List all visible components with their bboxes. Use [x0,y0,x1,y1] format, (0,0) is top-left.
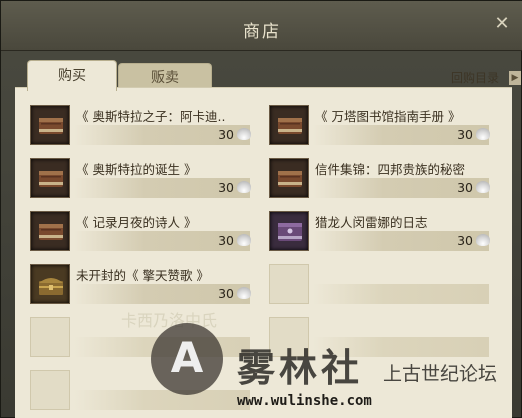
item-name: 《 记录月夜的诗人 》 [76,215,197,230]
brown-book-icon [269,158,309,198]
brown-book-icon [30,211,70,251]
shell-icon [237,234,251,246]
wulinshe-logo-icon: A [151,323,223,395]
shop-item[interactable]: 《 奥斯特拉的诞生 》 30 [30,158,251,202]
item-name: 《 万塔图书馆指南手册 》 [315,109,461,124]
tab-buy[interactable]: 购买 [27,60,117,91]
item-price: 30 [457,127,473,142]
item-name: 猎龙人闵雷娜的日志 [315,215,428,230]
empty-item-slot [30,317,70,357]
item-price: 30 [218,180,234,195]
shop-window: 商店 ✕ 购买 贩卖 回购目录 ▶ 《 奥斯特拉之子：阿卡迪.. 30 《 万塔… [0,0,522,418]
shop-item[interactable]: 《 万塔图书馆指南手册 》 30 [269,105,490,149]
shell-icon [237,287,251,299]
empty-item-slot [269,264,309,304]
close-button[interactable]: ✕ [491,13,513,35]
purple-book-icon [269,211,309,251]
shop-item[interactable]: 信件集锦：四邦贵族的秘密 30 [269,158,490,202]
brown-book-icon [30,105,70,145]
item-name: 《 奥斯特拉之子：阿卡迪.. [76,109,226,124]
shell-icon [476,234,490,246]
item-price: 30 [218,233,234,248]
shell-icon [476,181,490,193]
watermark-title: 雾林社 [237,345,364,390]
title-bar[interactable]: 商店 ✕ [1,1,522,51]
shop-item[interactable]: 《 奥斯特拉之子：阿卡迪.. 30 [30,105,251,149]
chevron-right-icon[interactable]: ▶ [509,71,521,85]
item-name: 信件集锦：四邦贵族的秘密 [315,162,466,177]
item-price: 30 [457,180,473,195]
item-name: 《 奥斯特拉的诞生 》 [76,162,197,177]
site-watermark: A 雾林社 上古世纪论坛 www.wulinshe.com [151,323,522,418]
brown-book-icon [269,105,309,145]
item-price: 30 [218,286,234,301]
item-price: 30 [218,127,234,142]
shop-item[interactable]: 未开封的《 擎天赞歌 》 30 [30,264,251,308]
shell-icon [237,181,251,193]
watermark-url: www.wulinshe.com [237,393,372,409]
shell-icon [237,128,251,140]
window-title: 商店 [243,22,281,42]
item-price: 30 [457,233,473,248]
shop-item[interactable]: 《 记录月夜的诗人 》 30 [30,211,251,255]
item-name: 未开封的《 擎天赞歌 》 [76,268,209,283]
buyback-list-link[interactable]: 回购目录 [451,69,499,86]
shop-item[interactable]: 猎龙人闵雷娜的日志 30 [269,211,490,255]
shell-icon [476,128,490,140]
watermark-subtitle: 上古世纪论坛 [383,363,498,385]
empty-item-slot [30,370,70,410]
treasure-chest-icon [30,264,70,304]
brown-book-icon [30,158,70,198]
